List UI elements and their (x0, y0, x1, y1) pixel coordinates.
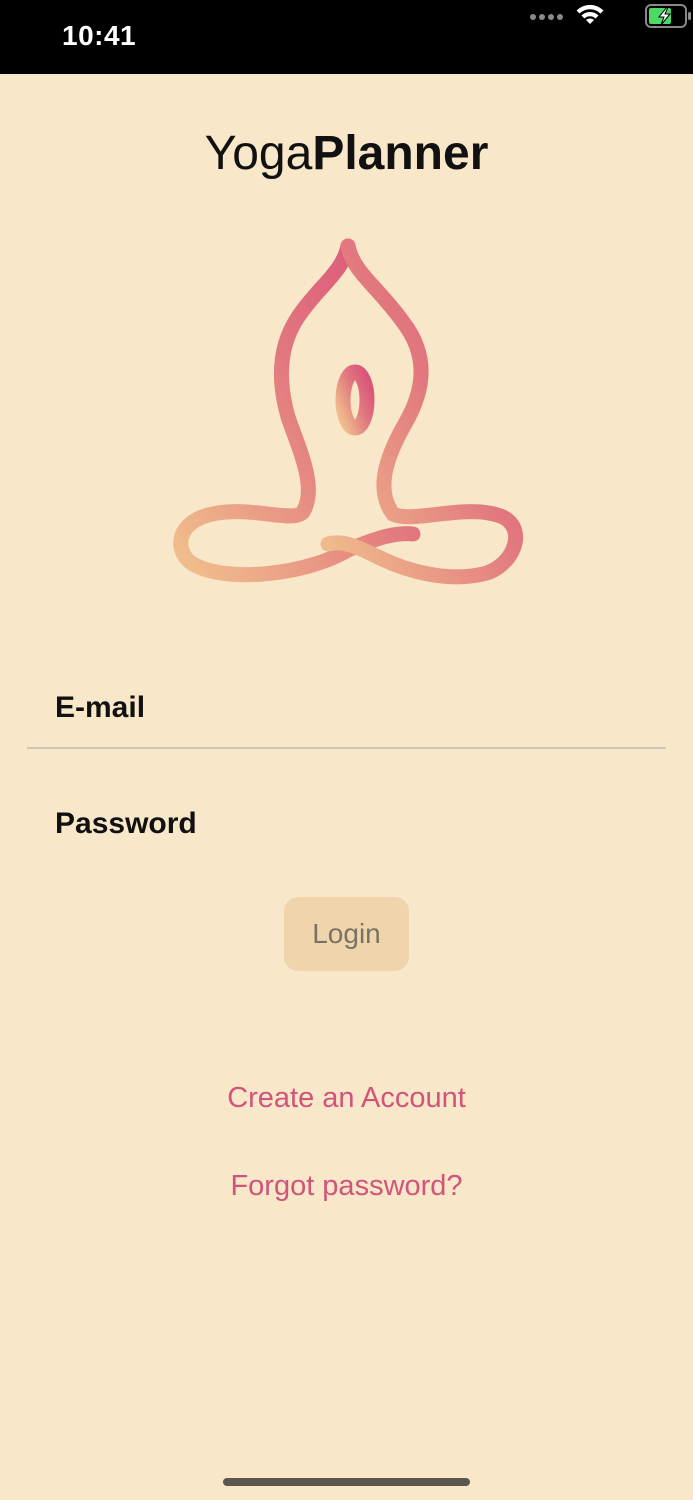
yoga-lotus-pose-icon (173, 238, 523, 585)
email-input[interactable] (27, 678, 666, 738)
app-title-light: Yoga (204, 127, 313, 180)
home-indicator[interactable] (223, 1478, 470, 1486)
forgot-password-link[interactable]: Forgot password? (0, 1170, 693, 1203)
login-button-label: Login (312, 918, 381, 949)
app-title-bold: Planner (312, 127, 489, 180)
email-divider (27, 747, 666, 749)
password-input[interactable] (27, 794, 666, 854)
login-button[interactable]: Login (284, 897, 409, 971)
wifi-icon (576, 4, 604, 24)
cellular-signal-icon (530, 14, 563, 20)
status-bar: 10:41 (0, 0, 693, 74)
email-field[interactable] (27, 678, 666, 738)
create-account-link[interactable]: Create an Account (0, 1082, 693, 1115)
app-title: YogaPlanner (0, 126, 693, 181)
password-field[interactable] (27, 794, 666, 854)
battery-charging-icon (645, 4, 691, 28)
status-time: 10:41 (62, 20, 137, 51)
